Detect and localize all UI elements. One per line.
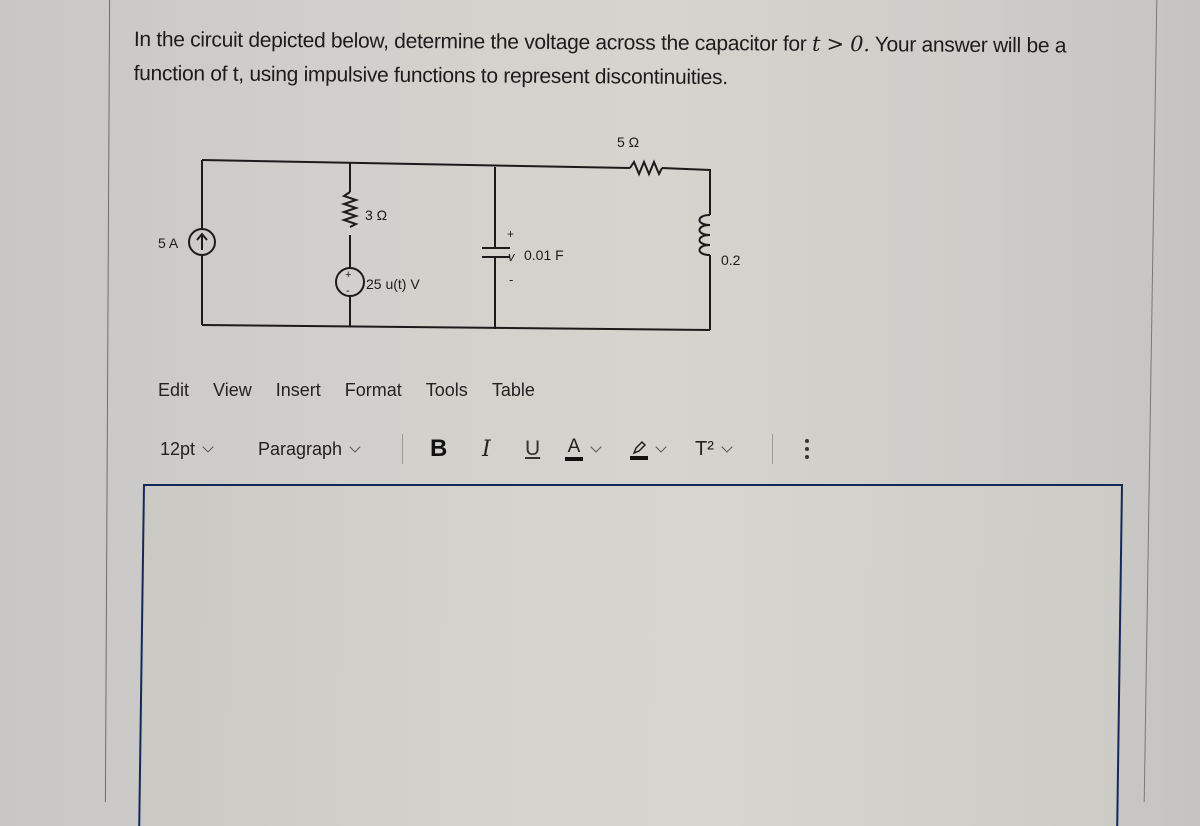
text-color-glyph: A: [567, 435, 581, 457]
menu-format[interactable]: Format: [345, 380, 402, 401]
inductor-label: 0.2 H: [721, 252, 740, 268]
chevron-down-icon: [655, 440, 667, 453]
question-math: t > 0.: [811, 31, 870, 57]
cap-voltage-plus: +: [507, 227, 514, 241]
menu-table[interactable]: Table: [492, 380, 535, 401]
menu-insert[interactable]: Insert: [276, 380, 321, 401]
chevron-down-icon: [202, 440, 214, 453]
font-size-value: 12pt: [160, 438, 196, 459]
resistor-3ohm: [340, 191, 360, 228]
chevron-down-icon: [590, 440, 602, 453]
menu-tools[interactable]: Tools: [426, 380, 468, 401]
capacitor-label: 0.01 F: [524, 247, 564, 263]
text-color-icon: A: [565, 435, 583, 461]
block-format-value: Paragraph: [258, 438, 343, 459]
font-size-dropdown[interactable]: 12pt: [160, 432, 214, 466]
kebab-menu-icon: [805, 439, 809, 459]
editor-toolbar: 12pt Paragraph B I U A T²: [160, 432, 860, 466]
current-source-arrow: [196, 232, 208, 250]
voltage-source-plus: +: [345, 269, 351, 281]
current-source-label: 5 A: [158, 235, 179, 251]
wire-top-left: [201, 159, 631, 169]
text-color-swatch: [565, 456, 583, 461]
chevron-down-icon: [721, 440, 733, 453]
menu-edit[interactable]: Edit: [158, 380, 189, 401]
more-options-button[interactable]: [805, 432, 809, 466]
cap-voltage-symbol: v: [508, 249, 516, 264]
question-text: In the circuit depicted below, determine…: [134, 22, 1124, 98]
cap-voltage-minus: -: [509, 272, 513, 287]
resistor-3ohm-label: 3 Ω: [365, 207, 387, 223]
superscript-button[interactable]: T²: [695, 432, 733, 466]
highlighter-icon: [630, 439, 648, 460]
voltage-source-minus: -: [346, 285, 350, 297]
panel-border-left: [104, 0, 111, 802]
answer-editor[interactable]: [138, 484, 1123, 826]
highlight-color-button[interactable]: [630, 432, 667, 466]
panel-border-right: [1143, 0, 1158, 802]
wire-right-top: [661, 167, 711, 215]
underline-button[interactable]: U: [525, 432, 540, 466]
resistor-5ohm-label: 5 Ω: [617, 134, 639, 150]
chevron-down-icon: [349, 440, 361, 453]
italic-button[interactable]: I: [482, 432, 491, 466]
toolbar-separator: [402, 434, 403, 464]
bold-icon: B: [430, 435, 448, 462]
bold-button[interactable]: B: [430, 432, 447, 466]
resistor-5ohm: [629, 159, 663, 177]
italic-icon: I: [482, 436, 491, 462]
block-format-dropdown[interactable]: Paragraph: [258, 432, 361, 466]
text-color-button[interactable]: A: [565, 432, 602, 466]
circuit-diagram: 5 A 3 Ω + - 25 u(t) V + v - 0.01 F 5 Ω 0…: [158, 134, 740, 331]
editor-menubar: Edit View Insert Format Tools Table: [158, 380, 559, 401]
inductor-0-2H: [698, 214, 711, 256]
underline-icon: U: [525, 437, 541, 460]
question-text-part1: In the circuit depicted below, determine…: [133, 27, 813, 56]
superscript-icon: T²: [695, 437, 714, 460]
wire-bottom: [201, 324, 711, 331]
highlight-color-swatch: [630, 455, 648, 460]
menu-view[interactable]: View: [213, 380, 252, 401]
voltage-source-label: 25 u(t) V: [366, 276, 420, 292]
toolbar-separator: [772, 434, 773, 464]
